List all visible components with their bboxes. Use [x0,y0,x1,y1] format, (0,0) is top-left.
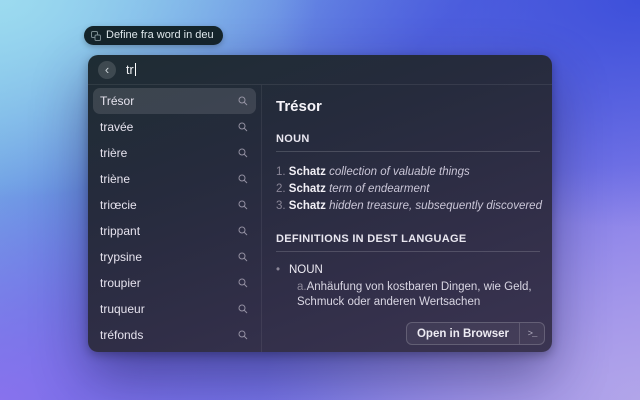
search-icon [237,329,249,341]
command-hint-pill[interactable]: Define fra word in deu [84,26,223,45]
section-divider [276,251,540,252]
entry-term: Schatz [288,166,326,178]
word-label: truqueur [100,302,145,316]
dest-pos-label: NOUN [289,264,323,276]
word-list-item[interactable]: truqueur [88,296,261,322]
search-value: tr [126,62,134,77]
word-list-item[interactable]: troupier [88,270,261,296]
word-list-item[interactable]: travée [88,114,261,140]
word-list-item[interactable]: trippant [88,218,261,244]
command-hint-label: Define fra word in deu [106,29,214,41]
word-label: trippant [100,224,141,238]
section-divider [276,151,540,152]
definition-panel: Trésor NOUN 1. Schatz collection of valu… [262,85,552,352]
entry-letter: a. [297,281,307,293]
terminal-prompt-icon: >_ [527,328,538,339]
open-in-browser-label: Open in Browser [416,327,509,340]
text-caret [134,63,136,76]
entry-number: 3. [276,200,286,212]
entry-term: Schatz [288,200,326,212]
word-list: Trésor travée trière triène triœcie trip… [88,85,262,352]
dest-definition-entry: a.Anhäufung von kostbaren Dingen, wie Ge… [297,280,540,310]
word-label: travée [100,120,134,134]
word-list-item[interactable]: trypsine [88,244,261,270]
search-input[interactable]: tr [126,63,136,77]
dictionary-window: ‹ tr Trésor travée trière triène triœcie… [88,55,552,352]
word-label: Trésor [100,94,135,108]
bullet-icon: • [276,264,281,276]
search-icon [237,303,249,315]
entry-number: 1. [276,166,286,178]
dest-pos-row: • NOUN [276,264,540,276]
word-list-item[interactable]: trière [88,140,261,166]
definition-entry: 2. Schatz term of endearment [276,181,540,198]
entry-definition: hidden treasure, subsequently discovered [329,200,542,212]
search-icon [237,147,249,159]
translate-icon [91,30,101,41]
word-title: Trésor [276,98,322,115]
dest-definition-text: Anhäufung von kostbaren Dingen, wie Geld… [297,281,532,308]
word-label: triène [100,172,131,186]
search-icon [237,225,249,237]
dest-section-heading: DEFINITIONS IN DEST LANGUAGE [276,233,467,245]
search-icon [237,121,249,133]
entry-definition: term of endearment [329,183,430,195]
word-list-item[interactable]: triène [88,166,261,192]
entry-definition: collection of valuable things [329,166,470,178]
entry-term: Schatz [288,183,326,195]
word-list-item[interactable]: Trésor [93,88,256,114]
search-icon [237,95,249,107]
definition-entry: 1. Schatz collection of valuable things [276,164,540,181]
open-in-browser-button[interactable]: Open in Browser >_ [405,322,545,345]
back-button[interactable]: ‹ [98,60,116,79]
noun-section-heading: NOUN [276,133,310,145]
noun-entries: 1. Schatz collection of valuable things … [276,164,542,215]
dest-definitions: • NOUN a.Anhäufung von kostbaren Dingen,… [276,264,540,310]
word-label: troupier [100,276,141,290]
search-icon [237,199,249,211]
definition-entry: 3. Schatz hidden treasure, subsequently … [276,198,542,215]
chevron-left-icon: ‹ [104,61,110,77]
search-bar: ‹ tr [88,55,552,85]
word-label: triœcie [100,198,137,212]
word-label: trypsine [100,250,143,264]
search-icon [237,173,249,185]
entry-number: 2. [276,183,286,195]
word-list-item[interactable]: tréfonds [88,322,261,348]
search-icon [237,277,249,289]
word-list-item[interactable]: triœcie [88,192,261,218]
search-icon [237,251,249,263]
word-label: trière [100,146,128,160]
word-label: tréfonds [100,328,144,342]
